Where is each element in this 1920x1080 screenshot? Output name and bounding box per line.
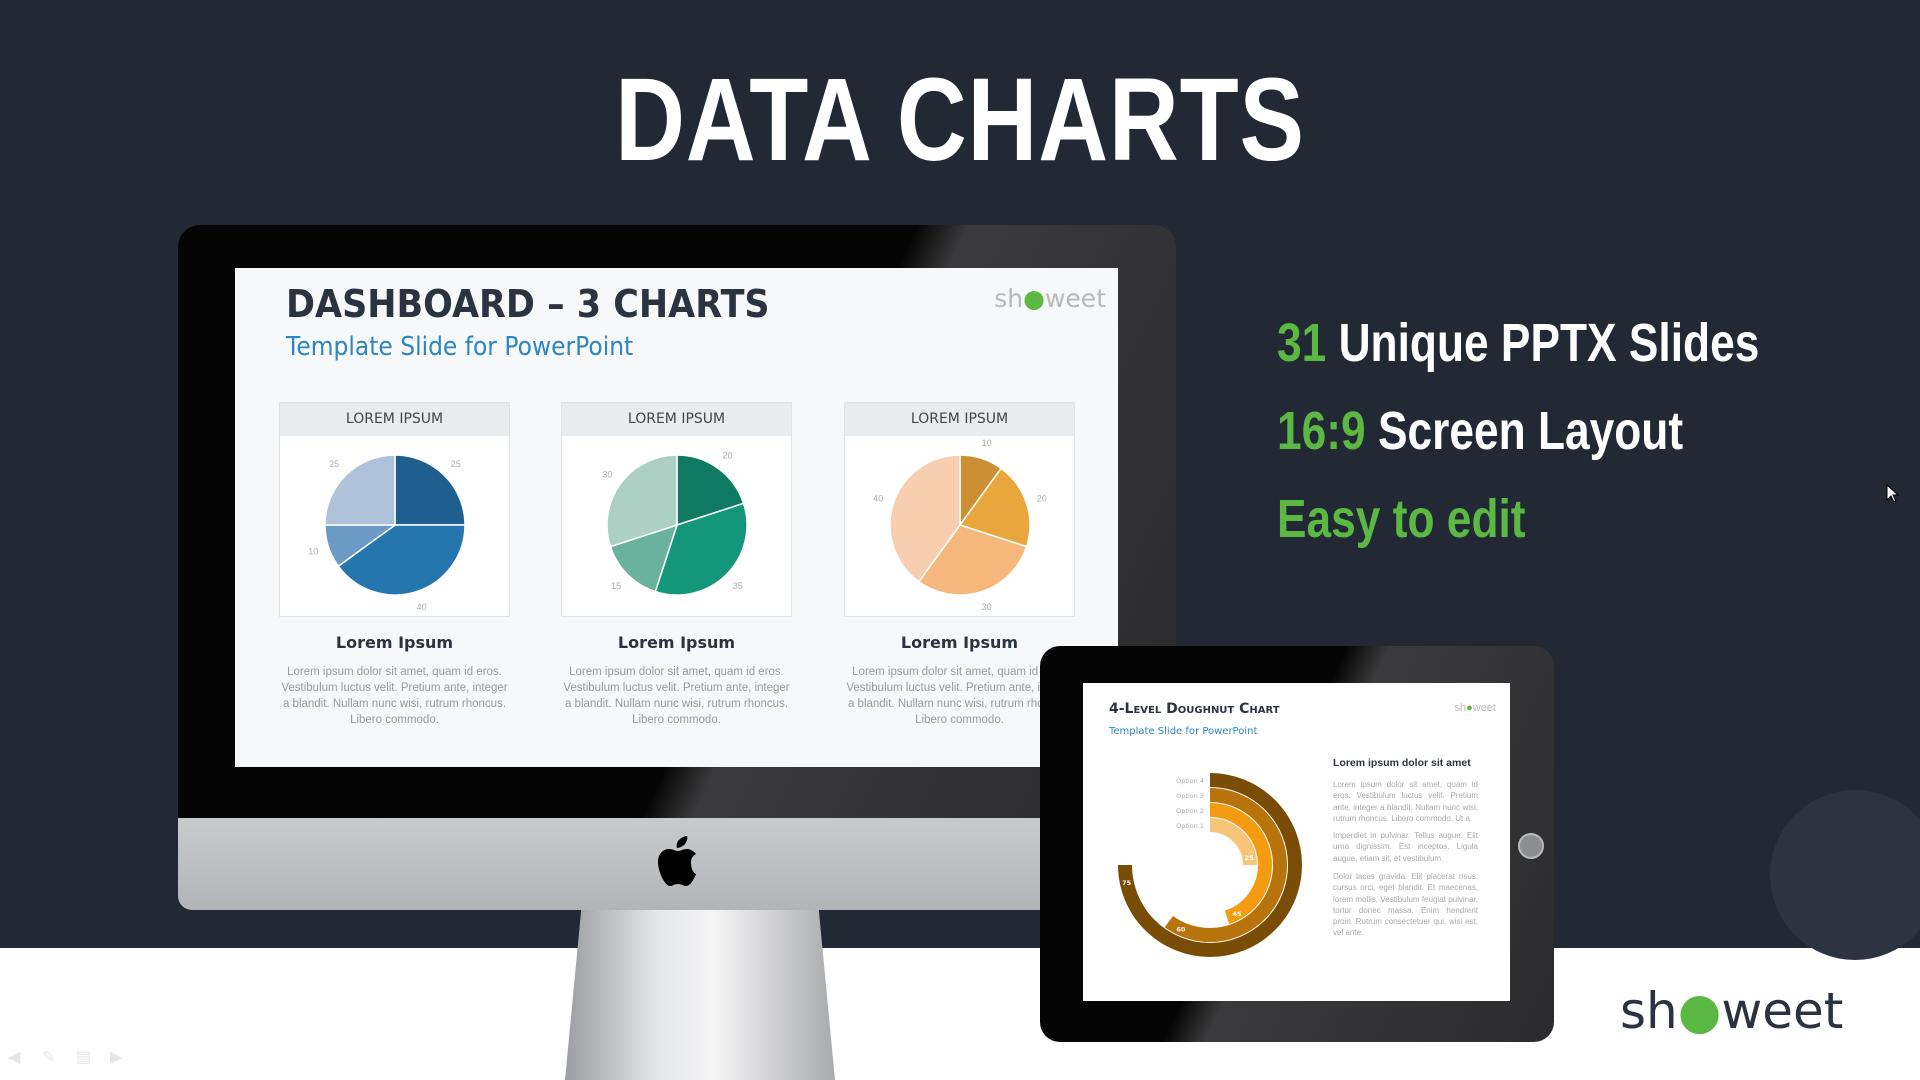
- card-title: Lorem Ipsum: [617, 633, 736, 652]
- pen-icon[interactable]: ✎: [42, 1050, 62, 1066]
- ring-value-label: 45: [1233, 910, 1243, 918]
- ring-category-label: Option 4: [1176, 777, 1204, 785]
- feature-accent: 16:9: [1277, 401, 1366, 461]
- ring-value-label: 25: [1245, 854, 1255, 862]
- ring-value-label: 75: [1122, 879, 1132, 887]
- arrow-right-icon[interactable]: ▶: [110, 1050, 130, 1066]
- tablet-home-button[interactable]: [1518, 833, 1544, 859]
- monitor-slide: DASHBOARD – 3 CHARTS Template Slide for …: [235, 268, 1118, 767]
- chart-card: LOREM IPSUM 20 35 15 30: [561, 402, 792, 617]
- pie-chart: 20 35 15 30: [602, 450, 748, 596]
- slide-title: 4-Level Doughnut Chart: [1109, 701, 1280, 717]
- monitor-stand: [565, 910, 835, 1080]
- feature-text: Screen Layout: [1377, 401, 1684, 461]
- pie-chart: 25 40 10 25: [308, 454, 466, 612]
- card-title: Lorem Ipsum: [335, 633, 454, 652]
- chart-card: LOREM IPSUM 25 40 10 25: [279, 402, 510, 617]
- card-description: Lorem ipsum dolor sit amet, quam id eros…: [563, 666, 790, 726]
- card-header: LOREM IPSUM: [280, 403, 509, 436]
- paragraph: Lorem ipsum dolor sit amet, quam id eros…: [1333, 780, 1478, 823]
- pie-data-label: 15: [611, 581, 621, 591]
- card-title: Lorem Ipsum: [900, 633, 1019, 652]
- ring-category-label: Option 2: [1176, 807, 1204, 815]
- paragraph: Imperdiet in pulvinar. Tellus augue. Eli…: [1333, 831, 1478, 863]
- feature-layout: 16:9 Screen Layout: [1277, 400, 1683, 462]
- pie-data-label: 40: [417, 602, 427, 612]
- pie-data-label: 10: [982, 438, 992, 448]
- card-header: LOREM IPSUM: [845, 403, 1074, 436]
- feature-slides: 31 Unique PPTX Slides: [1277, 312, 1759, 374]
- card-header: LOREM IPSUM: [562, 403, 791, 436]
- feature-text: Unique PPTX Slides: [1338, 313, 1760, 373]
- slide-subtitle: Template Slide for PowerPoint: [286, 332, 634, 362]
- pie-data-label: 40: [873, 493, 883, 503]
- pie-data-label: 30: [982, 602, 992, 612]
- ring-category-label: Option 1: [1176, 822, 1204, 830]
- slide-title: DASHBOARD – 3 CHARTS: [286, 282, 770, 326]
- chart-card: LOREM IPSUM 10 20 30 40: [844, 402, 1075, 617]
- slide-subtitle: Template Slide for PowerPoint: [1109, 726, 1258, 737]
- ring-value-label: 60: [1176, 926, 1186, 934]
- pie-data-label: 30: [602, 469, 612, 479]
- showeet-logo: sh●weet: [1454, 702, 1496, 714]
- feature-edit: Easy to edit: [1277, 488, 1526, 550]
- text-heading: Lorem ipsum dolor sit amet: [1333, 757, 1471, 769]
- feature-accent: Easy to edit: [1277, 489, 1526, 549]
- apple-logo-icon: [658, 836, 696, 886]
- ring-category-label: Option 3: [1176, 792, 1204, 800]
- menu-icon[interactable]: ▤: [76, 1050, 96, 1066]
- tablet-slide: Option 1 25 Option 2 45 Option 3 60 Option 4 75…: [1083, 683, 1510, 1001]
- pie-data-label: 10: [308, 547, 318, 557]
- pie-data-label: 35: [733, 581, 743, 591]
- page-title: DATA CHARTS: [615, 54, 1305, 186]
- feature-accent: 31: [1277, 313, 1327, 373]
- mouse-cursor-icon: [1886, 484, 1900, 503]
- arrow-left-icon[interactable]: ◀: [8, 1050, 28, 1066]
- pie-data-label: 25: [451, 459, 461, 469]
- showeet-brand-logo: sh●weet: [1620, 982, 1844, 1040]
- card-description: Lorem ipsum dolor sit amet, quam id eros…: [281, 666, 508, 726]
- pie-data-label: 20: [723, 450, 733, 460]
- paragraph: Dolor lacus gravida. Elit placerat risus…: [1333, 872, 1478, 938]
- pie-chart: 10 20 30 40: [873, 438, 1047, 612]
- pie-data-label: 20: [1037, 493, 1047, 503]
- pie-data-label: 25: [329, 459, 339, 469]
- showeet-logo: sh●weet: [994, 284, 1106, 313]
